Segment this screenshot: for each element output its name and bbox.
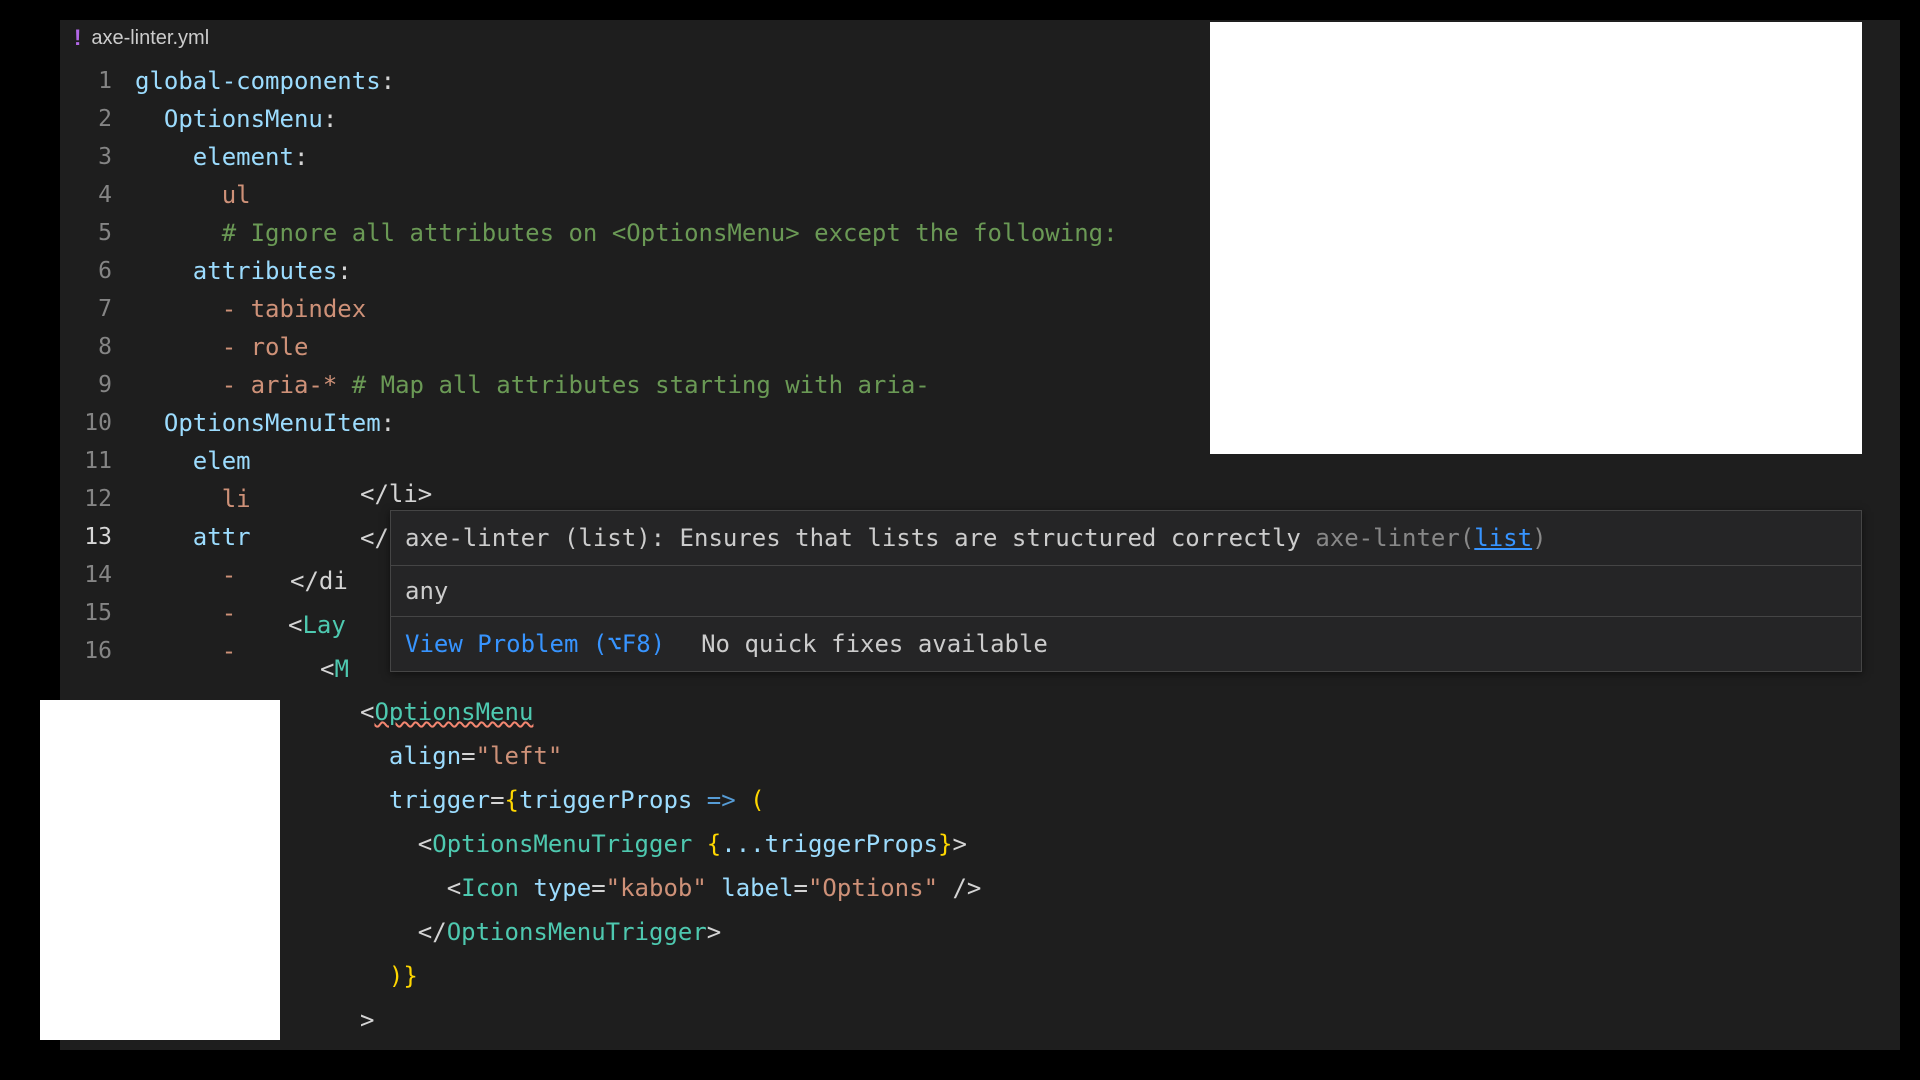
yaml-file-icon: ! bbox=[74, 19, 81, 57]
code-line[interactable]: OptionsMenu: bbox=[135, 100, 1118, 138]
code-line[interactable]: )} bbox=[360, 954, 981, 998]
code-fragment[interactable]: <Lay bbox=[288, 606, 346, 644]
code-line[interactable]: trigger={triggerProps => ( bbox=[360, 778, 981, 822]
line-number[interactable]: 5 bbox=[60, 214, 130, 252]
line-number[interactable]: 6 bbox=[60, 252, 130, 290]
code-line[interactable]: - aria-* # Map all attributes starting w… bbox=[135, 366, 1118, 404]
code-fragment[interactable]: <M bbox=[320, 650, 349, 688]
error-token[interactable]: OptionsMenu bbox=[374, 698, 533, 726]
code-line[interactable]: ul bbox=[135, 176, 1118, 214]
tab-filename: axe-linter.yml bbox=[91, 19, 209, 57]
code-fragment[interactable]: </di bbox=[290, 562, 348, 600]
diagnostic-text: Ensures that lists are structured correc… bbox=[680, 524, 1301, 552]
line-number[interactable]: 12 bbox=[60, 480, 130, 518]
diagnostic-source: axe-linter( bbox=[1315, 524, 1474, 552]
line-number[interactable]: 7 bbox=[60, 290, 130, 328]
line-number-gutter[interactable]: 1 2 3 4 5 6 7 8 9 10 11 12 13 14 15 16 bbox=[60, 62, 130, 670]
line-number[interactable]: 16 bbox=[60, 632, 130, 670]
code-line[interactable]: OptionsMenuItem: bbox=[135, 404, 1118, 442]
diagnostic-message: axe-linter (list): Ensures that lists ar… bbox=[391, 511, 1861, 565]
view-problem-link[interactable]: View Problem (⌥F8) bbox=[405, 625, 665, 663]
line-number[interactable]: 4 bbox=[60, 176, 130, 214]
code-line[interactable]: <OptionsMenuTrigger {...triggerProps}> bbox=[360, 822, 981, 866]
code-line[interactable]: element: bbox=[135, 138, 1118, 176]
redaction-block bbox=[1210, 22, 1862, 454]
line-number[interactable]: 11 bbox=[60, 442, 130, 480]
line-number[interactable]: 3 bbox=[60, 138, 130, 176]
line-number[interactable]: 1 bbox=[60, 62, 130, 100]
line-number[interactable]: 9 bbox=[60, 366, 130, 404]
line-number[interactable]: 15 bbox=[60, 594, 130, 632]
redaction-block bbox=[40, 700, 280, 1040]
no-quick-fix-label: No quick fixes available bbox=[701, 625, 1048, 663]
diagnostic-prefix: axe-linter (list): bbox=[405, 524, 665, 552]
code-line[interactable]: global-components: bbox=[135, 62, 1118, 100]
code-line[interactable]: > bbox=[360, 998, 981, 1042]
code-line[interactable]: </OptionsMenuTrigger> bbox=[360, 910, 981, 954]
code-line[interactable]: align="left" bbox=[360, 734, 981, 778]
code-line[interactable]: <OptionsMenu bbox=[360, 690, 981, 734]
line-number[interactable]: 8 bbox=[60, 328, 130, 366]
code-line[interactable]: <Icon type="kabob" label="Options" /> bbox=[360, 866, 981, 910]
code-line[interactable]: - tabindex bbox=[135, 290, 1118, 328]
diagnostic-rule-link[interactable]: list bbox=[1474, 524, 1532, 552]
line-number[interactable]: 10 bbox=[60, 404, 130, 442]
code-line[interactable]: # Ignore all attributes on <OptionsMenu>… bbox=[135, 214, 1118, 252]
code-line[interactable]: - role bbox=[135, 328, 1118, 366]
line-number[interactable]: 14 bbox=[60, 556, 130, 594]
editor-tab[interactable]: ! axe-linter.yml bbox=[60, 20, 223, 55]
diagnostic-hover-popup: axe-linter (list): Ensures that lists ar… bbox=[390, 510, 1862, 672]
line-number[interactable]: 2 bbox=[60, 100, 130, 138]
diagnostic-actions: View Problem (⌥F8) No quick fixes availa… bbox=[391, 617, 1861, 671]
diagnostic-type: any bbox=[391, 565, 1861, 617]
code-line[interactable]: attributes: bbox=[135, 252, 1118, 290]
line-number[interactable]: 13 bbox=[60, 518, 130, 556]
